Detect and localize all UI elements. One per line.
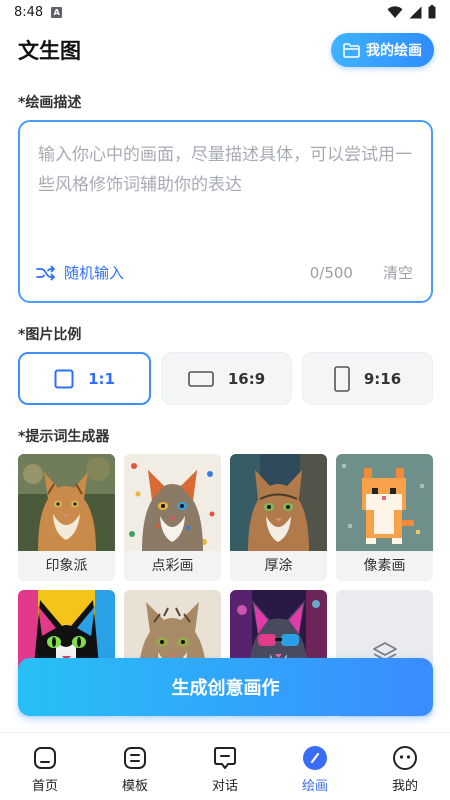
- description-section-label: *绘画描述: [18, 95, 82, 111]
- style-label: 像素画: [336, 551, 433, 581]
- generate-button[interactable]: 生成创意画作: [18, 658, 433, 716]
- status-time: 8:48: [14, 4, 44, 20]
- style-card-pixel-art[interactable]: 像素画: [336, 454, 433, 581]
- nav-label: 模板: [121, 779, 148, 794]
- ratio-section-label: *图片比例: [18, 327, 82, 343]
- style-image: [18, 454, 115, 551]
- description-footer: 随机输入 0/500 清空: [36, 262, 413, 283]
- style-section-label: *提示词生成器: [18, 429, 110, 445]
- style-label: 厚涂: [230, 551, 327, 581]
- ratio-label: 1:1: [88, 369, 115, 388]
- paint-icon: [303, 746, 327, 770]
- square-icon: [54, 369, 74, 388]
- nav-label: 首页: [31, 779, 58, 794]
- home-icon: [34, 747, 56, 769]
- landscape-rect-icon: [188, 370, 214, 387]
- ratio-option-1-1[interactable]: 1:1: [18, 352, 151, 405]
- shuffle-icon: [36, 265, 55, 280]
- profile-icon: [393, 746, 417, 770]
- char-count: 0/500: [309, 263, 353, 282]
- style-label: 点彩画: [124, 551, 221, 581]
- notification-badge: A: [51, 6, 63, 18]
- style-card-impressionism[interactable]: 印象派: [18, 454, 115, 581]
- nav-item-template[interactable]: 模板: [90, 733, 180, 800]
- nav-item-home[interactable]: 首页: [0, 733, 90, 800]
- style-image: [230, 454, 327, 551]
- nav-label: 绘画: [301, 779, 328, 794]
- style-card-impasto[interactable]: 厚涂: [230, 454, 327, 581]
- random-input-label: 随机输入: [64, 264, 125, 282]
- portrait-rect-icon: [334, 365, 350, 392]
- ratio-label: 16:9: [227, 369, 266, 388]
- my-paintings-label: 我的绘画: [366, 43, 422, 59]
- nav-item-paint[interactable]: 绘画: [270, 733, 360, 800]
- ratio-options: 1:1 16:9 9:16: [18, 352, 433, 405]
- nav-label: 我的: [391, 779, 418, 794]
- description-placeholder: 输入你心中的画面，尽量描述具体，可以尝试用一些风格修饰词辅助你的表达: [38, 145, 412, 195]
- random-input-button[interactable]: 随机输入: [36, 262, 124, 283]
- chat-icon: [214, 747, 236, 769]
- nav-item-profile[interactable]: 我的: [360, 733, 450, 800]
- style-image: [336, 454, 433, 551]
- status-bar: 8:48 A: [0, 0, 450, 24]
- folder-icon: [343, 42, 360, 58]
- signal-icon: [409, 6, 422, 18]
- ratio-option-9-16[interactable]: 9:16: [302, 352, 433, 405]
- wifi-icon: [387, 5, 403, 18]
- nav-item-chat[interactable]: 对话: [180, 733, 270, 800]
- ratio-option-16-9[interactable]: 16:9: [161, 352, 292, 405]
- header: 文生图 我的绘画: [18, 30, 434, 70]
- style-image: [124, 454, 221, 551]
- ratio-label: 9:16: [363, 369, 402, 388]
- description-input[interactable]: 输入你心中的画面，尽量描述具体，可以尝试用一些风格修饰词辅助你的表达 随机输入 …: [18, 120, 433, 303]
- bottom-nav: 首页 模板 对话 绘画 我的: [0, 732, 450, 800]
- template-icon: [124, 747, 146, 769]
- nav-label: 对话: [211, 779, 238, 794]
- my-paintings-button[interactable]: 我的绘画: [331, 33, 434, 67]
- style-card-pointillism[interactable]: 点彩画: [124, 454, 221, 581]
- battery-icon: [428, 5, 436, 19]
- page-title: 文生图: [18, 39, 81, 63]
- clear-button[interactable]: 清空: [383, 262, 413, 283]
- style-label: 印象派: [18, 551, 115, 581]
